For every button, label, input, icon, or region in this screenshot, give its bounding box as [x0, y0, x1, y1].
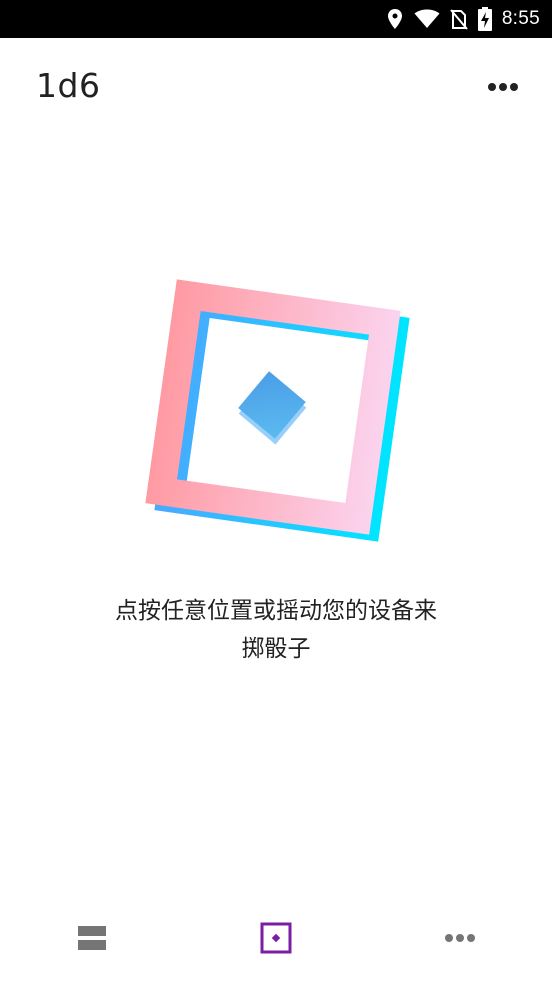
overflow-menu-button[interactable]	[484, 74, 522, 100]
nav-more-button[interactable]	[420, 905, 500, 971]
wifi-icon	[414, 9, 440, 28]
battery-charging-icon	[477, 7, 492, 31]
app-title: 1d6	[36, 66, 101, 105]
no-sim-icon	[450, 9, 468, 30]
die-illustration	[145, 279, 410, 542]
status-bar: 8:55	[0, 0, 552, 38]
roll-instruction-line1: 点按任意位置或摇动您的设备来	[115, 598, 437, 624]
die-roll-icon	[260, 922, 292, 954]
nav-history-button[interactable]	[52, 905, 132, 971]
location-icon	[387, 9, 402, 29]
history-list-icon	[78, 926, 106, 950]
bottom-navigation	[0, 905, 552, 971]
die-pip	[238, 371, 307, 445]
roll-instruction: 点按任意位置或摇动您的设备来 掷骰子	[60, 592, 492, 668]
more-horizontal-icon	[488, 83, 518, 91]
die-roll-area[interactable]	[130, 262, 422, 554]
nav-roll-button[interactable]	[236, 905, 316, 971]
roll-instruction-line2: 掷骰子	[241, 636, 311, 662]
status-time: 8:55	[501, 8, 540, 29]
more-horizontal-icon	[445, 934, 475, 942]
